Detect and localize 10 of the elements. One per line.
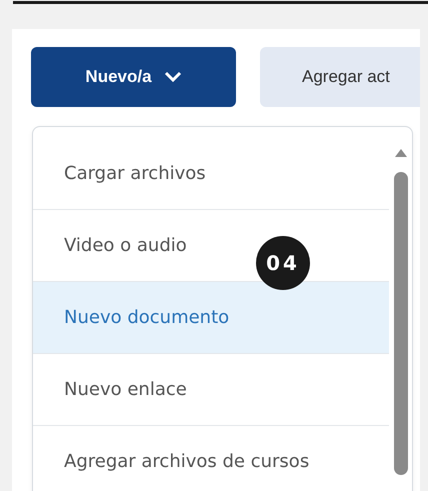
scrollbar-thumb[interactable] [394, 172, 408, 475]
step-badge: 04 [256, 236, 310, 290]
chevron-down-icon [164, 71, 182, 83]
scroll-up-icon[interactable] [394, 148, 408, 158]
add-activity-button[interactable]: Agregar act [260, 47, 420, 107]
menu-item[interactable]: Nuevo documento [33, 282, 389, 354]
new-button[interactable]: Nuevo/a [31, 47, 236, 107]
menu-item[interactable]: Agregar archivos de cursos [33, 426, 389, 491]
menu-item[interactable]: Cargar archivos [33, 138, 389, 210]
menu-item[interactable]: Nuevo enlace [33, 354, 389, 426]
